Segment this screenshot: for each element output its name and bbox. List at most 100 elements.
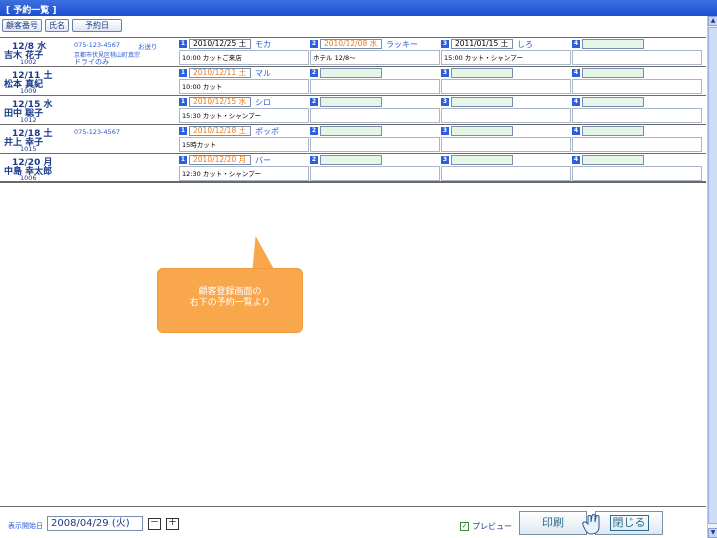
close-button[interactable]: 閉じる	[595, 511, 663, 535]
slot-date-field[interactable]	[451, 126, 513, 136]
table-row[interactable]: 12/20 月中島 幸太郎 1006 1 2010/12/20 月バー 12:30 カッ…	[0, 154, 706, 183]
reservation-slot[interactable]: 2 2010/12/08 水ラッキー ホテル 12/8～	[310, 39, 440, 66]
reservation-slot[interactable]: 1 2010/12/25 土モカ 10:00 カットご来店	[179, 39, 309, 66]
print-button[interactable]: 印刷	[519, 511, 587, 535]
reservation-slot[interactable]: 1 2010/12/18 土ポッポ 15時カット	[179, 126, 309, 153]
slot-number-badge: 3	[441, 156, 449, 164]
slot-number-badge: 4	[572, 156, 580, 164]
sort-by-name-button[interactable]: 氏名	[45, 19, 69, 32]
window-title-bar: [ 予約一覧 ]	[0, 0, 717, 16]
slot-detail-field[interactable]	[572, 50, 702, 65]
customer-cell[interactable]: 12/8 水吉木 花子 1002 075-123-4567 お送り 京都市伏見区桃山町真…	[0, 38, 178, 66]
slot-detail-field[interactable]	[572, 79, 702, 94]
reservation-slot[interactable]: 3 2011/01/15 土しろ 15:00 カット・シャンプー	[441, 39, 571, 66]
reservation-slot[interactable]: 2	[310, 68, 440, 95]
slot-date-field[interactable]	[582, 39, 644, 49]
reservation-slot[interactable]: 2	[310, 97, 440, 124]
slot-date-field[interactable]	[582, 68, 644, 78]
scroll-down-icon[interactable]: ▼	[708, 528, 717, 538]
table-row[interactable]: 12/8 水吉木 花子 1002 075-123-4567 お送り 京都市伏見区桃山町真…	[0, 38, 706, 67]
slot-number-badge: 3	[441, 127, 449, 135]
callout-line-1: 顧客登録画面の	[198, 287, 262, 297]
reservation-slot[interactable]: 1 2010/12/20 月バー 12:30 カット・シャンプー	[179, 155, 309, 182]
slot-detail-field[interactable]	[572, 108, 702, 123]
slot-date-field[interactable]	[320, 68, 382, 78]
scroll-thumb[interactable]	[708, 27, 717, 524]
start-date-label: 表示開始日	[8, 522, 43, 530]
scroll-up-icon[interactable]: ▲	[708, 16, 717, 26]
slot-date-field[interactable]	[320, 97, 382, 107]
reservation-slot[interactable]: 1 2010/12/15 水シロ 15:30 カット・シャンプー	[179, 97, 309, 124]
start-date-field[interactable]: 2008/04/29 (火)	[47, 516, 143, 531]
reservation-slot[interactable]: 3	[441, 97, 571, 124]
slot-detail-field[interactable]	[310, 108, 440, 123]
slot-number-badge: 3	[441, 69, 449, 77]
sort-toolbar: 顧客番号 氏名 予約日	[2, 19, 122, 33]
customer-cell[interactable]: 12/20 月中島 幸太郎 1006	[0, 154, 178, 182]
sort-by-date-button[interactable]: 予約日	[72, 19, 122, 32]
slot-detail-field[interactable]: 15:30 カット・シャンプー	[179, 108, 309, 123]
slot-detail-field[interactable]	[310, 166, 440, 181]
reservation-slot[interactable]: 4	[572, 97, 702, 124]
reservation-slot[interactable]: 1 2010/12/11 土マル 10:00 カット	[179, 68, 309, 95]
slot-detail-field[interactable]: 12:30 カット・シャンプー	[179, 166, 309, 181]
pickup-type: お送り	[138, 43, 158, 51]
customer-phone: 075-123-4567	[74, 41, 121, 49]
slot-date-field[interactable]: 2010/12/11 土	[189, 68, 251, 78]
table-row[interactable]: 12/11 土松本 真紀 1009 1 2010/12/11 土マル 10:00 カット…	[0, 67, 706, 96]
reservation-slot[interactable]: 3	[441, 155, 571, 182]
slot-detail-field[interactable]: 10:00 カットご来店	[179, 50, 309, 65]
reservation-slot[interactable]: 3	[441, 68, 571, 95]
preview-checkbox[interactable]: ✓	[460, 522, 469, 531]
reservation-slot[interactable]: 4	[572, 39, 702, 66]
slot-detail-field[interactable]	[441, 108, 571, 123]
slot-date-field[interactable]: 2010/12/20 月	[189, 155, 251, 165]
callout-line-2: 右下の予約一覧より	[189, 298, 271, 308]
slot-date-field[interactable]: 2011/01/15 土	[451, 39, 513, 49]
slot-detail-field[interactable]	[310, 137, 440, 152]
table-row[interactable]: 12/15 水田中 聡子 1012 1 2010/12/15 水シロ 15:30 カット…	[0, 96, 706, 125]
slot-detail-field[interactable]	[441, 137, 571, 152]
slot-detail-field[interactable]: 10:00 カット	[179, 79, 309, 94]
slot-detail-field[interactable]	[572, 166, 702, 181]
slot-date-field[interactable]	[582, 97, 644, 107]
preview-toggle[interactable]: ✓ プレビュー	[460, 521, 512, 532]
customer-cell[interactable]: 12/11 土松本 真紀 1009	[0, 67, 178, 95]
reservation-slot[interactable]: 2	[310, 126, 440, 153]
slot-detail-field[interactable]: ホテル 12/8～	[310, 50, 440, 65]
customer-number: 1009	[20, 87, 37, 95]
slot-pet-name: モカ	[255, 40, 271, 49]
customer-cell[interactable]: 12/18 土井上 幸子 1015 075-123-4567	[0, 125, 178, 153]
sort-by-customer-no-button[interactable]: 顧客番号	[2, 19, 42, 32]
slot-detail-field[interactable]	[572, 137, 702, 152]
reservation-slot[interactable]: 4	[572, 126, 702, 153]
date-plus-button[interactable]: ＋	[166, 518, 179, 530]
customer-number: 1006	[20, 174, 37, 182]
slot-detail-field[interactable]: 15時カット	[179, 137, 309, 152]
slot-date-field[interactable]	[320, 126, 382, 136]
slot-date-field[interactable]: 2010/12/15 水	[189, 97, 251, 107]
slot-date-field[interactable]: 2010/12/25 土	[189, 39, 251, 49]
customer-cell[interactable]: 12/15 水田中 聡子 1012	[0, 96, 178, 124]
slot-date-field[interactable]	[582, 155, 644, 165]
slot-date-field[interactable]	[320, 155, 382, 165]
slot-date-field[interactable]: 2010/12/08 水	[320, 39, 382, 49]
table-row[interactable]: 12/18 土井上 幸子 1015 075-123-4567 1 2010/12/18 …	[0, 125, 706, 154]
slot-date-field[interactable]	[451, 155, 513, 165]
reservation-slot[interactable]: 2	[310, 155, 440, 182]
slot-date-field[interactable]: 2010/12/18 土	[189, 126, 251, 136]
slot-date-field[interactable]	[582, 126, 644, 136]
slot-number-badge: 1	[179, 40, 187, 48]
slot-detail-field[interactable]	[441, 79, 571, 94]
reservation-slot[interactable]: 4	[572, 155, 702, 182]
slot-date-field[interactable]	[451, 97, 513, 107]
slot-detail-field[interactable]: 15:00 カット・シャンプー	[441, 50, 571, 65]
slot-detail-field[interactable]	[441, 166, 571, 181]
slot-date-field[interactable]	[451, 68, 513, 78]
date-minus-button[interactable]: －	[148, 518, 161, 530]
reservation-slot[interactable]: 3	[441, 126, 571, 153]
slot-detail-field[interactable]	[310, 79, 440, 94]
vertical-scrollbar[interactable]: ▲ ▼	[707, 16, 717, 538]
slot-number-badge: 4	[572, 69, 580, 77]
reservation-slot[interactable]: 4	[572, 68, 702, 95]
